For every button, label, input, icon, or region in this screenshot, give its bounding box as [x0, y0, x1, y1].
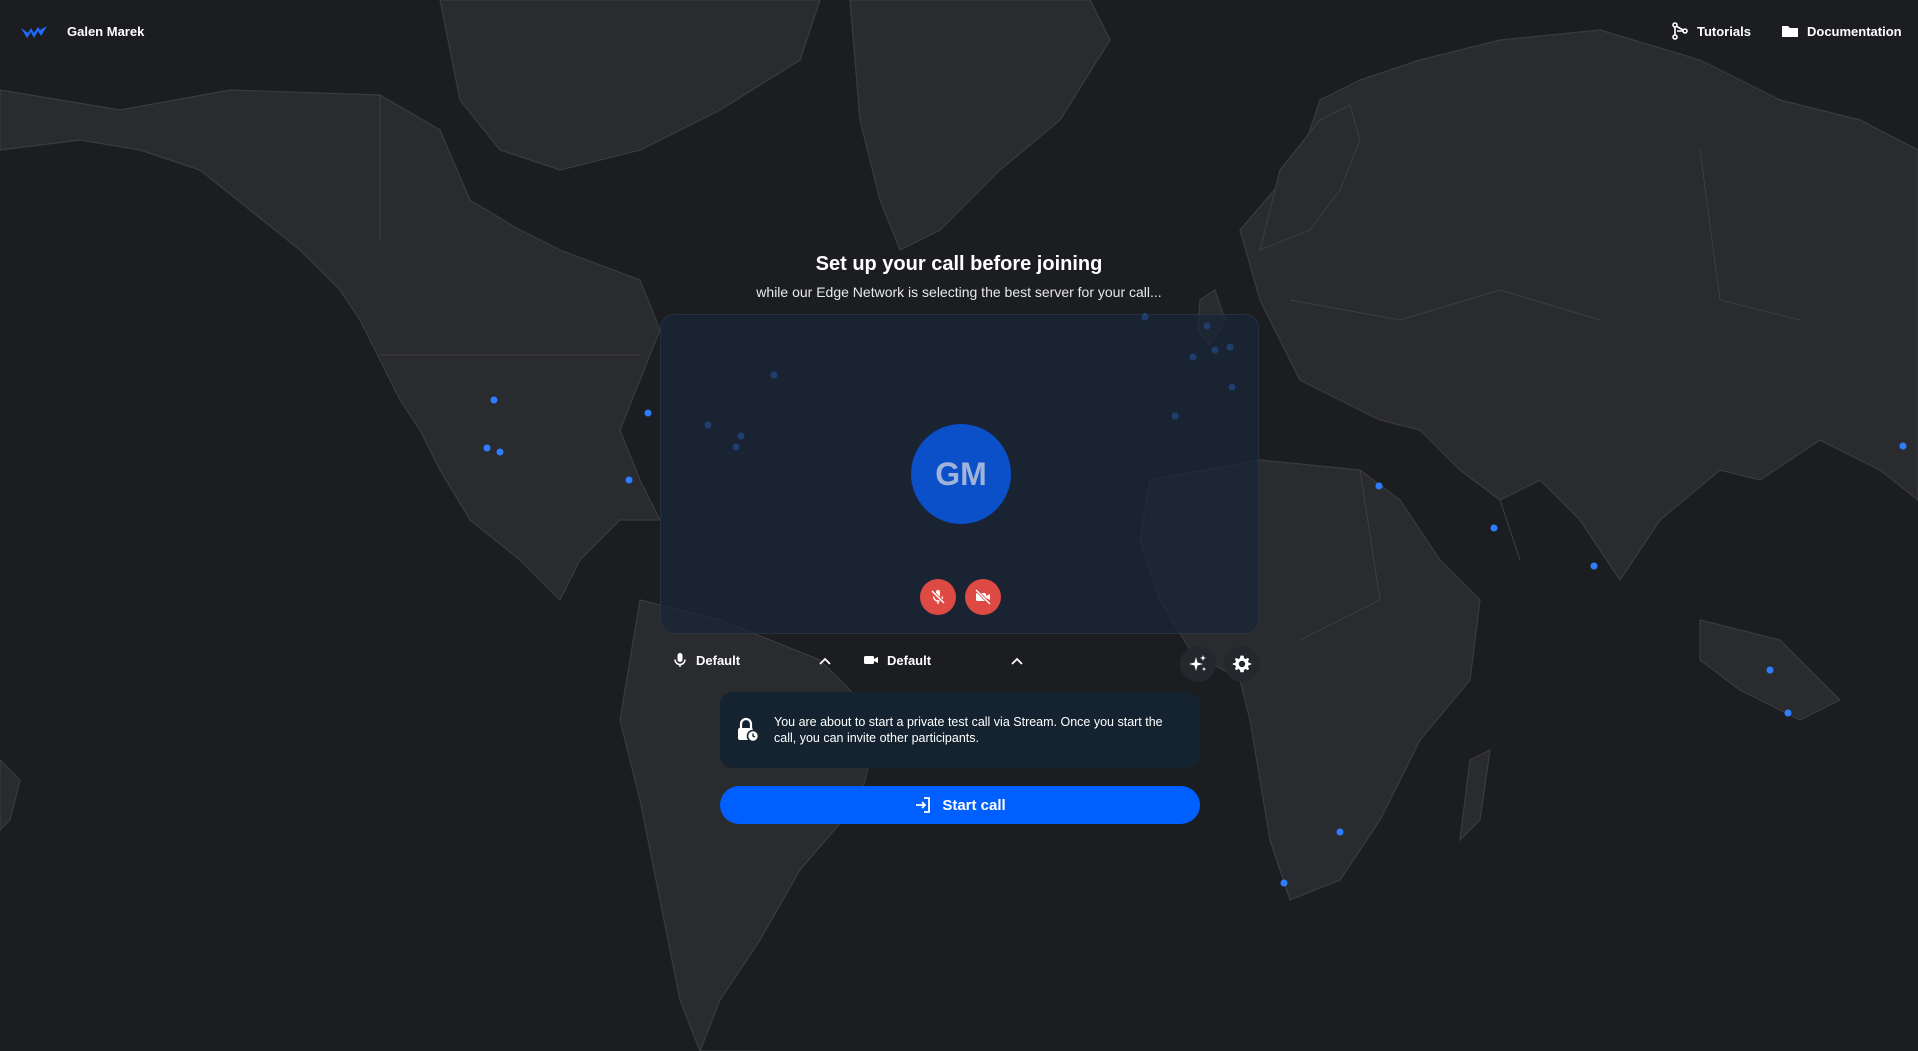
lock-clock-icon [738, 717, 760, 743]
camera-toggle-button[interactable] [965, 579, 1001, 615]
chevron-up-icon[interactable] [1010, 655, 1024, 667]
microphone-select[interactable]: Default [672, 652, 740, 668]
sparkle-icon [1189, 655, 1206, 671]
tutorials-label: Tutorials [1697, 23, 1751, 39]
camera-select-value: Default [887, 652, 932, 668]
top-bar: Galen Marek Tutorials Documentation [0, 0, 1918, 64]
tutorials-link[interactable]: Tutorials [1671, 22, 1751, 40]
start-call-label: Start call [942, 796, 1006, 814]
effects-button[interactable] [1180, 646, 1216, 682]
folder-icon [1782, 26, 1798, 37]
avatar: GM [911, 424, 1011, 524]
login-icon [916, 797, 931, 813]
microphone-icon [674, 653, 686, 667]
camera-select[interactable]: Default [863, 652, 931, 668]
settings-button[interactable] [1224, 646, 1260, 682]
camera-icon [864, 656, 878, 664]
stream-logo-icon[interactable] [20, 22, 48, 42]
page-subtitle: while our Edge Network is selecting the … [756, 284, 1162, 300]
video-preview: GM [660, 314, 1259, 634]
microphone-select-value: Default [696, 652, 741, 668]
mic-toggle-button[interactable] [920, 579, 956, 615]
documentation-label: Documentation [1807, 23, 1902, 39]
page-title: Set up your call before joining [815, 253, 1103, 275]
mic-off-icon [930, 589, 946, 605]
lobby-page: Galen Marek Tutorials Documentation Set … [0, 0, 1918, 1051]
notice-text: You are about to start a private test ca… [774, 715, 1163, 745]
graph-icon [1672, 22, 1688, 40]
user-name: Galen Marek [67, 24, 145, 39]
private-call-notice: You are about to start a private test ca… [720, 692, 1200, 768]
chevron-up-icon[interactable] [818, 655, 832, 667]
start-call-button[interactable]: Start call [720, 786, 1200, 824]
documentation-link[interactable]: Documentation [1781, 22, 1902, 40]
gear-icon [1232, 655, 1252, 673]
camera-off-icon [974, 588, 992, 606]
